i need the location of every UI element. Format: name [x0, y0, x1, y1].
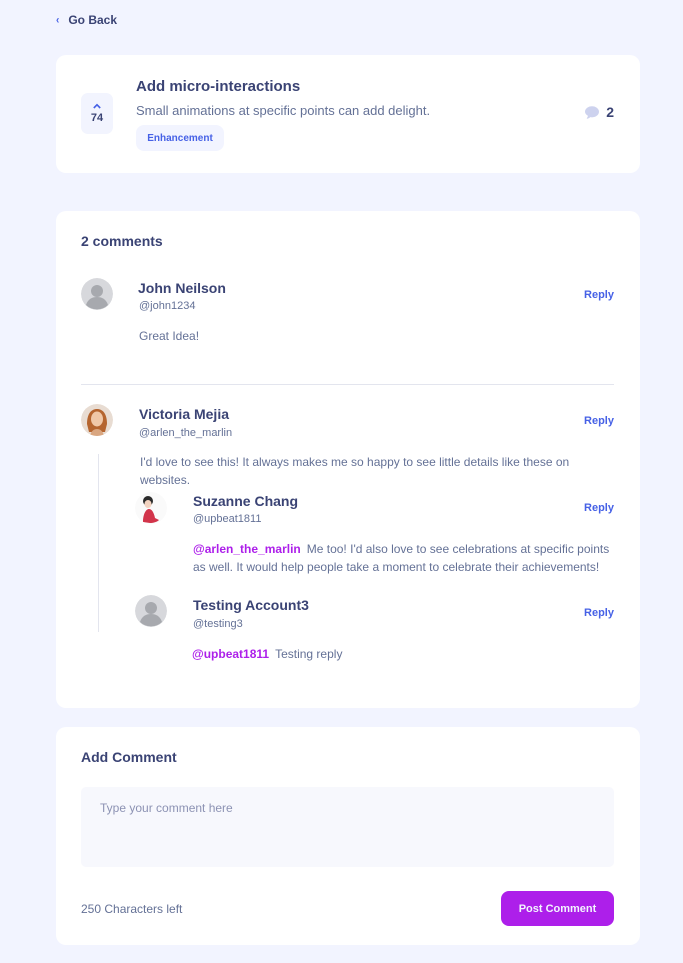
upvote-button[interactable]: 74	[81, 93, 113, 134]
reply-button[interactable]: Reply	[584, 607, 614, 619]
reply-button[interactable]: Reply	[584, 415, 614, 427]
comment-content: I'd love to see this! It always makes me…	[140, 455, 570, 487]
avatar	[81, 278, 113, 310]
comment-input[interactable]	[81, 787, 614, 867]
comment-author-name: John Neilson	[138, 280, 226, 296]
user-avatar-victoria	[81, 404, 113, 436]
default-avatar-icon	[135, 595, 167, 627]
chevron-left-icon: ‹	[56, 13, 60, 27]
avatar	[81, 404, 113, 436]
upvote-count: 74	[90, 112, 104, 124]
default-avatar-icon	[81, 278, 113, 310]
reply-author-name: Testing Account3	[193, 597, 309, 613]
reply-button[interactable]: Reply	[584, 502, 614, 514]
reply-author-name: Suzanne Chang	[193, 493, 299, 509]
feedback-description: Small animations at specific points can …	[136, 103, 431, 118]
comment-bubble-icon	[585, 105, 600, 119]
add-comment-card: Add Comment 250 Characters left Post Com…	[56, 727, 640, 945]
go-back-link[interactable]: ‹ Go Back	[56, 13, 117, 27]
avatar	[135, 595, 167, 627]
go-back-label: Go Back	[68, 13, 118, 27]
avatar	[135, 492, 167, 524]
comment-content: Great Idea!	[139, 329, 200, 343]
reply-author-handle: @testing3	[193, 618, 243, 630]
reply-button[interactable]: Reply	[584, 289, 614, 301]
comment-author-handle: @arlen_the_marlin	[139, 427, 233, 439]
comment-divider	[81, 384, 614, 385]
reply-mention[interactable]: @arlen_the_marlin	[193, 542, 301, 556]
characters-left: 250 Characters left	[81, 902, 183, 916]
feedback-title: Add micro-interactions	[136, 78, 301, 95]
reply-thread-line	[98, 454, 99, 632]
comment-author-handle: @john1234	[139, 300, 196, 312]
comment-count-value: 2	[606, 104, 614, 120]
reply-text: Testing reply	[275, 647, 343, 661]
post-comment-button[interactable]: Post Comment	[501, 891, 614, 926]
chevron-up-icon	[93, 103, 101, 109]
reply-author-handle: @upbeat1811	[193, 513, 262, 525]
comment-count: 2	[585, 104, 614, 120]
comment-author-name: Victoria Mejia	[139, 406, 230, 422]
category-tag[interactable]: Enhancement	[136, 125, 224, 151]
add-comment-title: Add Comment	[81, 749, 177, 765]
reply-mention[interactable]: @upbeat1811	[192, 647, 269, 661]
feedback-card: 74 Add micro-interactions Small animatio…	[56, 55, 640, 173]
user-avatar-suzanne	[135, 492, 167, 524]
reply-content: @arlen_the_marlin Me too! I'd also love t…	[193, 540, 617, 576]
comments-heading: 2 comments	[81, 233, 163, 249]
reply-content: @upbeat1811 Testing reply	[192, 645, 616, 663]
comments-card: 2 comments John Neilson @john1234 Reply …	[56, 211, 640, 708]
